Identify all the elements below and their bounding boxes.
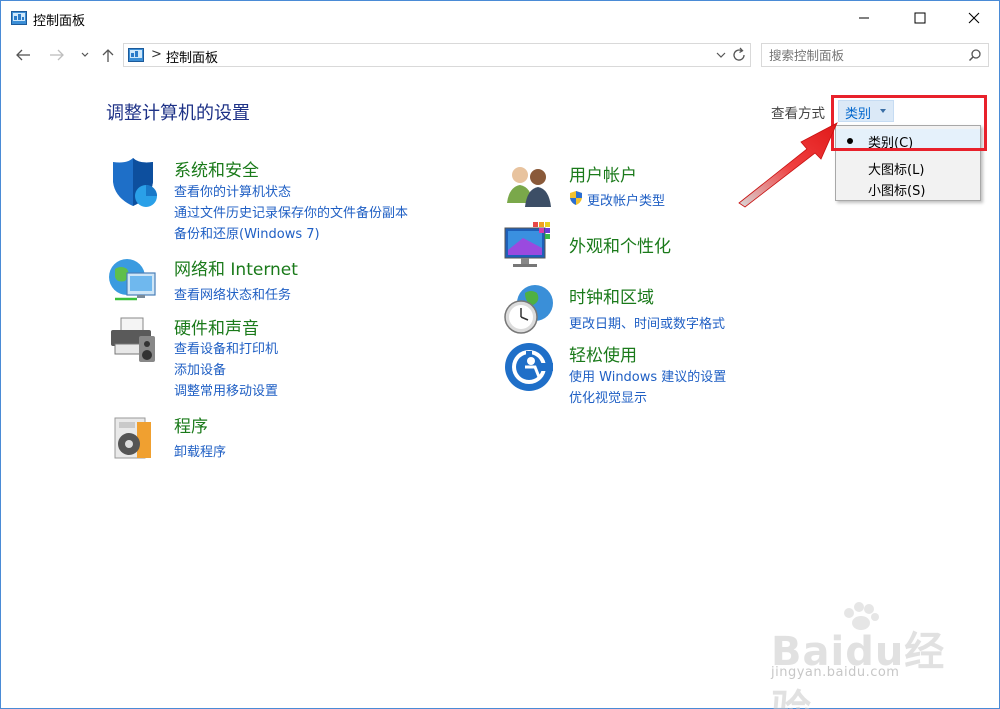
category-link[interactable]: 更改日期、时间或数字格式 <box>569 313 725 332</box>
breadcrumb-control-panel[interactable]: 控制面板 <box>166 47 218 66</box>
programs-disc-icon[interactable] <box>107 412 159 464</box>
watermark-url: jingyan.baidu.com <box>771 665 900 680</box>
category-link[interactable]: 使用 Windows 建议的设置 <box>569 366 726 385</box>
recent-locations-button[interactable] <box>75 45 95 65</box>
category-link[interactable]: 备份和还原(Windows 7) <box>174 223 320 242</box>
category-title[interactable]: 用户帐户 <box>569 161 637 186</box>
forward-arrow-icon <box>50 49 64 61</box>
control-panel-icon <box>128 48 144 62</box>
category-link[interactable]: 卸载程序 <box>174 441 226 460</box>
back-button[interactable] <box>13 45 33 65</box>
category-link[interactable]: 查看你的计算机状态 <box>174 181 291 200</box>
title-bar: 控制面板 <box>1 1 999 35</box>
clock-globe-icon[interactable] <box>503 283 555 335</box>
control-panel-window: 控制面板 > 控制面板 搜索控制面板 调整计算机的设置 查看方式 类别 类别(C… <box>0 0 1000 709</box>
up-button[interactable] <box>98 45 118 65</box>
category-link[interactable]: 查看网络状态和任务 <box>174 284 291 303</box>
category-link[interactable]: 添加设备 <box>174 359 226 378</box>
highlight-box <box>831 95 987 151</box>
category-link[interactable]: 更改帐户类型 <box>587 190 665 209</box>
category-link[interactable]: 调整常用移动设置 <box>174 380 278 399</box>
category-clock-region: 时钟和区域 更改日期、时间或数字格式 <box>503 283 823 338</box>
watermark-brand: Baidu经验 <box>771 629 946 709</box>
refresh-icon[interactable] <box>729 45 749 65</box>
chevron-down-icon <box>81 52 89 57</box>
baidu-watermark: Baidu经验 jingyan.baidu.com <box>761 601 961 709</box>
category-link[interactable]: 查看设备和打印机 <box>174 338 278 357</box>
breadcrumb-separator[interactable]: > <box>151 47 162 62</box>
category-system-security: 系统和安全 查看你的计算机状态 通过文件历史记录保存你的文件备份副本 备份和还原… <box>107 156 447 246</box>
shield-icon[interactable] <box>107 156 159 208</box>
category-title[interactable]: 系统和安全 <box>174 156 259 181</box>
uac-shield-icon <box>570 191 582 205</box>
category-network-internet: 网络和 Internet 查看网络状态和任务 <box>107 255 447 310</box>
search-box[interactable] <box>761 43 989 67</box>
category-title[interactable]: 硬件和声音 <box>174 314 259 339</box>
control-panel-icon <box>11 11 27 25</box>
category-hardware-sound: 硬件和声音 查看设备和打印机 添加设备 调整常用移动设置 <box>107 314 447 404</box>
forward-button[interactable] <box>47 45 67 65</box>
category-title[interactable]: 网络和 Internet <box>174 255 298 280</box>
category-link[interactable]: 优化视觉显示 <box>569 387 647 406</box>
category-title[interactable]: 外观和个性化 <box>569 232 671 257</box>
category-link[interactable]: 通过文件历史记录保存你的文件备份副本 <box>174 202 408 221</box>
category-title[interactable]: 时钟和区域 <box>569 283 654 308</box>
category-user-accounts: 用户帐户 更改帐户类型 <box>503 161 823 211</box>
menu-item-large-icons[interactable]: 大图标(L) <box>836 156 980 178</box>
menu-item-label: 大图标(L) <box>868 163 925 178</box>
printer-speaker-icon[interactable] <box>107 314 159 366</box>
up-arrow-icon <box>102 49 114 62</box>
category-title[interactable]: 程序 <box>174 412 208 437</box>
window-title: 控制面板 <box>33 14 86 29</box>
back-arrow-icon <box>16 49 30 61</box>
network-globe-icon[interactable] <box>107 255 159 307</box>
category-programs: 程序 卸载程序 <box>107 412 447 467</box>
close-icon <box>968 12 980 24</box>
users-icon[interactable] <box>503 161 555 213</box>
minimize-button[interactable] <box>841 1 887 35</box>
page-title: 调整计算机的设置 <box>106 103 250 124</box>
menu-item-label: 小图标(S) <box>868 184 926 199</box>
maximize-button[interactable] <box>897 1 943 35</box>
minimize-icon <box>859 17 869 19</box>
address-bar[interactable]: > 控制面板 <box>123 43 751 67</box>
maximize-icon <box>914 12 926 24</box>
category-ease-of-access: 轻松使用 使用 Windows 建议的设置 优化视觉显示 <box>503 341 823 406</box>
chevron-down-icon[interactable] <box>714 48 728 62</box>
search-icon[interactable] <box>968 48 982 62</box>
monitor-palette-icon[interactable] <box>503 220 555 272</box>
menu-item-small-icons[interactable]: 小图标(S) <box>836 177 980 199</box>
navigation-bar: > 控制面板 <box>1 41 999 69</box>
close-button[interactable] <box>951 1 997 35</box>
search-input[interactable] <box>762 44 962 66</box>
ease-of-access-icon[interactable] <box>503 341 555 393</box>
category-appearance: 外观和个性化 <box>503 220 823 272</box>
category-title[interactable]: 轻松使用 <box>569 341 637 366</box>
